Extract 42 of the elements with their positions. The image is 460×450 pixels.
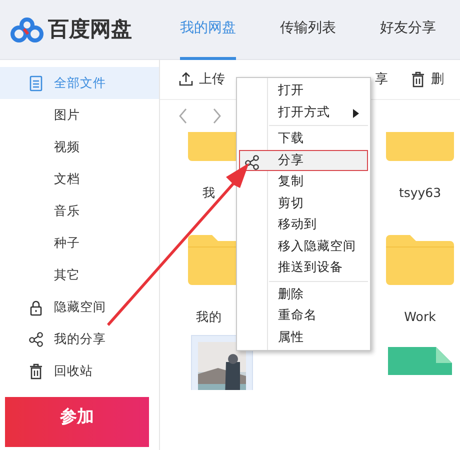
sidebar-item[interactable]: 图片	[0, 99, 159, 131]
file-name: tsyy63	[398, 184, 442, 202]
file-name: Work	[404, 308, 436, 326]
logo-icon	[10, 16, 44, 42]
sidebar-item[interactable]: 我的分享	[0, 323, 159, 355]
menu-item[interactable]: 删除	[239, 284, 368, 305]
promo-banner: 参加	[5, 397, 149, 447]
trash-icon	[28, 362, 44, 380]
toolbar-button[interactable]: 删	[410, 70, 444, 90]
document-icon	[28, 74, 44, 92]
menu-item[interactable]: 推送到设备	[239, 257, 368, 278]
menu-item[interactable]: 移入隐藏空间	[239, 236, 368, 257]
menu-item[interactable]: 属性	[239, 326, 368, 348]
file-name: 我的	[196, 308, 222, 326]
menu-item[interactable]: 下载	[239, 128, 368, 150]
share-icon	[28, 330, 44, 348]
menu-item[interactable]: 剪切	[239, 192, 368, 214]
menu-item[interactable]: 打开方式	[239, 102, 368, 123]
sidebar-item[interactable]: 种子	[0, 227, 159, 259]
file-name: 我	[202, 184, 216, 202]
sidebar-item[interactable]: 隐藏空间	[0, 291, 159, 323]
menu-item[interactable]: 重命名	[239, 305, 368, 326]
sidebar-item[interactable]: 音乐	[0, 195, 159, 227]
sidebar-item[interactable]: 其它	[0, 259, 159, 291]
nav-tab[interactable]: 好友分享	[380, 0, 436, 60]
menu-item[interactable]: 移动到	[239, 214, 368, 236]
forward-icon	[212, 108, 222, 124]
lock-icon	[28, 298, 44, 316]
share-icon	[244, 154, 260, 170]
toolbar-button[interactable]: 上传	[178, 70, 225, 90]
sidebar-item[interactable]: 回收站	[0, 355, 159, 387]
sidebar-item[interactable]: 文档	[0, 163, 159, 195]
nav-tab[interactable]: 传输列表	[280, 0, 336, 60]
upload-icon	[178, 71, 194, 88]
sidebar-item[interactable]: 视频	[0, 131, 159, 163]
trash-icon	[410, 71, 426, 88]
menu-item[interactable]: 打开	[239, 80, 368, 102]
back-icon	[178, 108, 188, 124]
toolbar-button[interactable]: 享	[375, 70, 388, 90]
menu-item[interactable]: 分享	[239, 150, 368, 171]
logo-text: 百度网盘	[48, 16, 132, 43]
menu-item[interactable]: 复制	[239, 171, 368, 192]
